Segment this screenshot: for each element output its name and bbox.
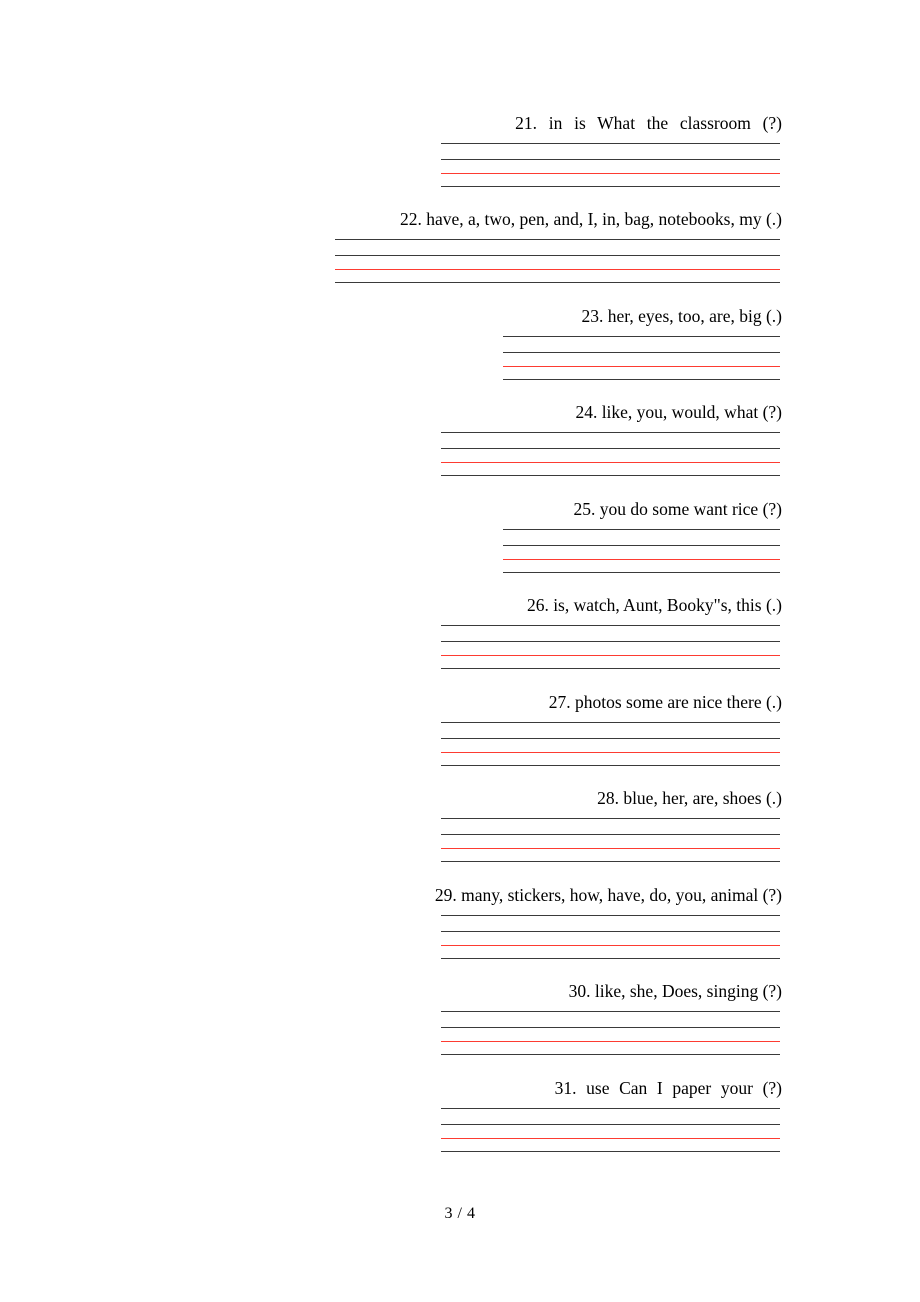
writing-rule-line-red (441, 752, 780, 753)
writing-rule-line-red (503, 366, 780, 367)
writing-rule-line-black (441, 765, 780, 766)
answer-ruled-lines[interactable] (441, 809, 780, 865)
answer-ruled-lines[interactable] (503, 520, 780, 576)
writing-rule-line-black (441, 722, 780, 723)
writing-rule-line-black (441, 861, 780, 862)
writing-rule-line-black (441, 625, 780, 626)
question-text: 28. blue, her, are, shoes (.) (597, 788, 782, 808)
writing-rule-line-black (441, 834, 780, 835)
question-item: 21. in is What the classroom (?) (0, 112, 920, 190)
writing-rule-line-red (441, 848, 780, 849)
writing-rule-line-black (441, 1124, 780, 1125)
question-text: 26. is, watch, Aunt, Booky"s, this (.) (526, 595, 782, 615)
writing-rule-line-black (503, 352, 780, 353)
writing-rule-line-black (503, 336, 780, 337)
question-text: 30. like, she, Does, singing (?) (568, 981, 782, 1001)
question-text: 31. use Can I paper your (?) (554, 1078, 782, 1098)
question-text: 29. many, stickers, how, have, do, you, … (434, 885, 782, 905)
writing-rule-line-red (441, 655, 780, 656)
writing-rule-line-black (441, 159, 780, 160)
answer-ruled-lines[interactable] (441, 423, 780, 479)
writing-rule-line-black (441, 475, 780, 476)
question-item: 26. is, watch, Aunt, Booky"s, this (.) (0, 594, 920, 672)
writing-rule-line-black (441, 915, 780, 916)
writing-rule-line-black (441, 668, 780, 669)
writing-rule-line-black (335, 239, 780, 240)
answer-ruled-lines[interactable] (441, 1002, 780, 1058)
writing-rule-line-red (335, 269, 780, 270)
answer-ruled-lines[interactable] (335, 230, 780, 286)
question-item: 27. photos some are nice there (.) (0, 691, 920, 769)
question-item: 29. many, stickers, how, have, do, you, … (0, 884, 920, 962)
writing-rule-line-black (441, 958, 780, 959)
writing-rule-line-black (503, 572, 780, 573)
question-item: 28. blue, her, are, shoes (.) (0, 787, 920, 865)
writing-rule-line-red (503, 559, 780, 560)
question-text: 27. photos some are nice there (.) (548, 692, 782, 712)
page-number-footer: 3 / 4 (444, 1205, 476, 1222)
question-item: 25. you do some want rice (?) (0, 498, 920, 576)
question-item: 30. like, she, Does, singing (?) (0, 980, 920, 1058)
question-text: 24. like, you, would, what (?) (575, 402, 782, 422)
question-text: 22. have, a, two, pen, and, I, in, bag, … (399, 209, 782, 229)
writing-rule-line-red (441, 1041, 780, 1042)
question-item: 31. use Can I paper your (?) (0, 1077, 920, 1155)
writing-rule-line-black (441, 1108, 780, 1109)
writing-rule-line-black (503, 545, 780, 546)
writing-rule-line-black (503, 529, 780, 530)
writing-rule-line-black (441, 1027, 780, 1028)
writing-rule-line-black (441, 143, 780, 144)
writing-rule-line-black (441, 1011, 780, 1012)
answer-ruled-lines[interactable] (441, 1099, 780, 1155)
question-item: 24. like, you, would, what (?) (0, 401, 920, 479)
writing-rule-line-red (441, 1138, 780, 1139)
writing-rule-line-black (441, 818, 780, 819)
question-item: 23. her, eyes, too, are, big (.) (0, 305, 920, 383)
answer-ruled-lines[interactable] (441, 616, 780, 672)
writing-rule-line-red (441, 462, 780, 463)
answer-ruled-lines[interactable] (503, 327, 780, 383)
question-text: 21. in is What the classroom (?) (515, 113, 782, 133)
answer-ruled-lines[interactable] (441, 713, 780, 769)
question-text: 23. her, eyes, too, are, big (.) (581, 306, 782, 326)
writing-rule-line-black (441, 1151, 780, 1152)
writing-rule-line-red (441, 945, 780, 946)
writing-rule-line-black (335, 282, 780, 283)
writing-rule-line-black (441, 186, 780, 187)
question-item: 22. have, a, two, pen, and, I, in, bag, … (0, 208, 920, 286)
writing-rule-line-black (441, 448, 780, 449)
writing-rule-line-black (335, 255, 780, 256)
writing-rule-line-black (441, 432, 780, 433)
writing-rule-line-black (441, 641, 780, 642)
writing-rule-line-black (441, 1054, 780, 1055)
writing-rule-line-black (441, 931, 780, 932)
answer-ruled-lines[interactable] (441, 134, 780, 190)
writing-rule-line-red (441, 173, 780, 174)
question-text: 25. you do some want rice (?) (573, 499, 782, 519)
writing-rule-line-black (441, 738, 780, 739)
answer-ruled-lines[interactable] (441, 906, 780, 962)
worksheet-page: 21. in is What the classroom (?) 22. have… (0, 0, 920, 1302)
writing-rule-line-black (503, 379, 780, 380)
